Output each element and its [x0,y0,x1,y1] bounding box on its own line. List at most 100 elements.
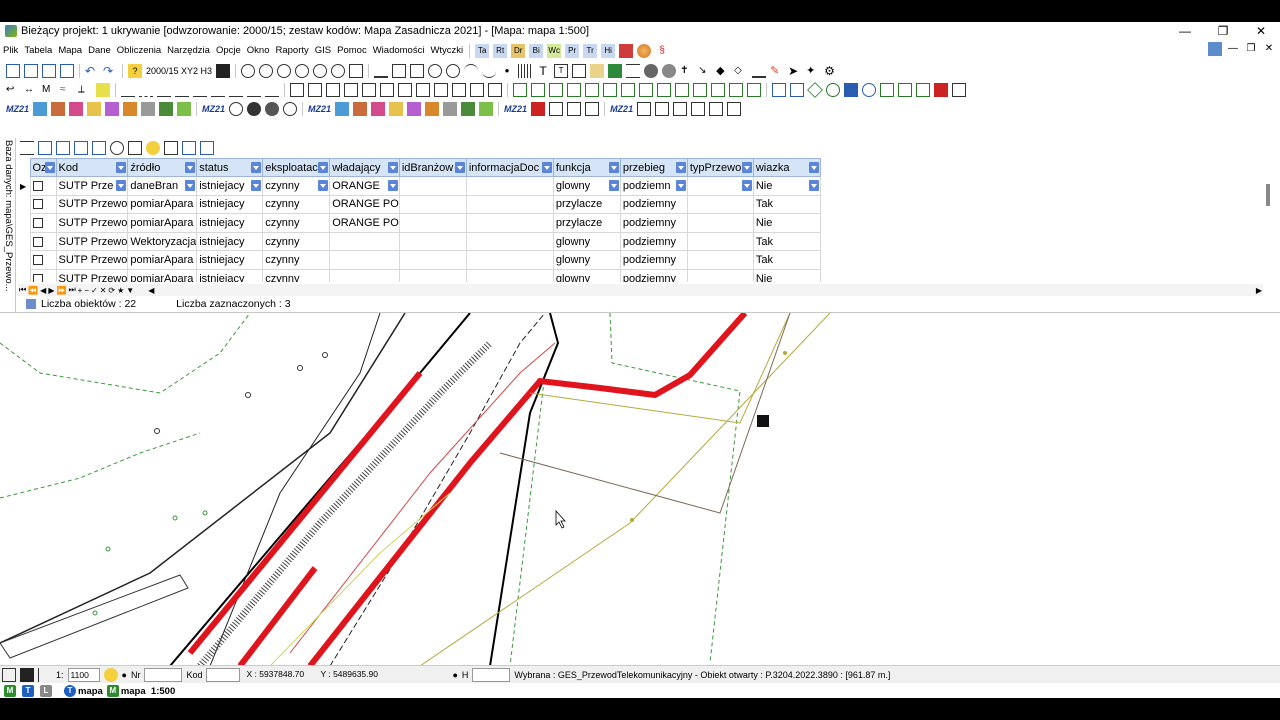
cell-zrodlo[interactable]: daneBran [127,176,198,196]
line-style-3-icon[interactable] [157,83,171,97]
cell-idbranzowy[interactable] [398,250,467,270]
cell-eksploatacja[interactable]: czynny [262,213,331,233]
symbol-4-icon[interactable] [344,82,358,97]
diamond-icon[interactable] [807,81,823,98]
zoom-in-icon[interactable] [241,63,256,78]
column-header-przebieg[interactable]: przebieg [619,158,688,177]
cell-wladajacy[interactable]: ORANGE PO [329,194,400,215]
cell-wiazka[interactable]: Tak [752,194,821,215]
mz-c2-icon[interactable] [265,101,280,116]
column-filter-icon[interactable] [741,162,752,173]
zoom-object-icon[interactable] [313,63,328,78]
menu-wiadomosci[interactable]: Wiadomości [370,45,428,56]
edit-vertex-icon[interactable]: ◇ [734,64,748,78]
cell-wiazka[interactable]: Tak [752,231,821,252]
symbol-6-icon[interactable] [380,82,394,97]
cell-zrodlo[interactable]: pomiarApara [127,250,198,270]
column-filter-icon[interactable] [318,162,329,173]
table-row[interactable]: SUTP Przewo pomiarApara istniejacy czynn… [18,250,821,270]
row-checkbox[interactable] [29,250,57,270]
symbol-7-icon[interactable] [398,82,412,97]
cell-idbranzowy[interactable] [398,194,467,215]
map-icon[interactable] [608,63,623,78]
node-5-icon[interactable] [585,82,599,97]
hscroll-left-icon[interactable]: ◀ [147,286,155,295]
confirm-record-icon[interactable]: ✓ [90,286,99,295]
row-checkbox[interactable] [29,213,57,233]
cell-eksploatacja[interactable]: czynny [262,176,331,196]
undo-icon[interactable]: ↶ [85,64,99,78]
mz3-x-icon[interactable] [461,101,476,116]
cell-typ[interactable] [686,250,754,270]
mz-g-icon[interactable] [177,101,192,116]
grid-link-icon[interactable] [164,141,178,155]
column-header-funkcja[interactable]: funkcja [552,158,621,177]
draw-point-icon[interactable]: ● [500,64,514,78]
chart-icon[interactable] [772,82,786,97]
mz5-b-icon[interactable] [655,101,670,116]
node-4-icon[interactable] [567,82,581,97]
layer-hi-icon[interactable]: Hi [601,43,616,58]
grid-table-icon[interactable] [56,141,70,155]
mz4-pl-icon[interactable] [531,101,546,116]
cell-typ[interactable] [686,231,754,252]
text-tool-icon[interactable]: Ta [475,43,490,58]
column-filter-icon[interactable] [675,162,686,173]
mz4-bar-icon[interactable] [585,101,600,116]
symbol-9-icon[interactable] [434,82,448,97]
cursor-tool-icon[interactable]: ✦ [806,64,820,78]
column-header-status[interactable]: status [196,158,264,177]
h-input[interactable] [472,667,511,682]
draw-arc-icon[interactable] [464,63,479,78]
cell-typ[interactable] [686,268,754,282]
cell-informacja[interactable] [465,213,554,233]
first-record-icon[interactable]: ⏮ [18,285,27,295]
line-style-4-icon[interactable] [175,83,189,97]
network-node-marker[interactable] [757,415,769,427]
mz3-g-icon[interactable] [479,101,494,116]
mz3-t-icon[interactable] [425,101,440,116]
map-view-icon[interactable] [1208,42,1222,56]
cell-kod[interactable]: SUTP Przewo [55,213,129,233]
delete-record-icon[interactable]: − [83,286,90,295]
mz5-e-icon[interactable] [709,101,724,116]
cell-dropdown-icon[interactable] [318,180,329,191]
zoom-extent-icon[interactable] [277,63,292,78]
map-canvas[interactable] [0,312,1280,665]
cancel-record-icon[interactable]: ✕ [99,286,108,295]
mz-w-icon[interactable] [33,101,48,116]
cell-typ[interactable] [686,194,754,215]
open-icon[interactable] [24,63,38,78]
cell-dropdown-icon[interactable] [741,180,752,191]
cell-wladajacy[interactable] [329,231,400,252]
column-header-typprzewodu[interactable]: typPrzewo [686,158,754,177]
cell-eksploatacja[interactable]: czynny [262,231,331,252]
grid-menu-icon[interactable] [20,141,34,155]
cell-wiazka[interactable]: Tak [752,250,821,270]
mz-c-icon[interactable] [105,101,120,116]
edit-undo-icon[interactable]: ↩ [6,83,20,97]
node-12-icon[interactable] [711,82,725,97]
prev-record-icon[interactable]: ◀ [39,286,47,295]
menu-obliczenia[interactable]: Obliczenia [114,45,164,56]
coord-system-label[interactable]: 2000/15 XY2 H3 [144,66,214,76]
cell-typ[interactable] [686,213,754,233]
column-header-kod[interactable]: Kod [55,158,129,177]
column-header-idbranzowy[interactable]: idBranżow [398,158,467,177]
grid-columns-icon[interactable] [38,141,52,155]
select-mode-icon[interactable]: ◆ [716,64,730,78]
cell-dropdown-icon[interactable] [387,180,398,191]
layer-red-icon[interactable] [619,43,634,58]
node-13-icon[interactable] [729,82,743,97]
table-icon[interactable] [572,63,587,78]
cell-wladajacy[interactable] [329,250,400,270]
symbol-2-icon[interactable] [308,82,322,97]
link-icon[interactable]: ⟂ [78,83,92,97]
menu-okno[interactable]: Okno [244,45,273,56]
snap-icon[interactable]: ✝ [680,64,694,78]
hscroll-right-icon[interactable]: ▶ [1255,286,1263,295]
grid-check-icon[interactable] [92,141,106,155]
cell-dropdown-icon[interactable] [185,180,196,191]
status-bars-icon[interactable] [38,667,52,682]
text-box-icon[interactable]: T [554,63,569,78]
